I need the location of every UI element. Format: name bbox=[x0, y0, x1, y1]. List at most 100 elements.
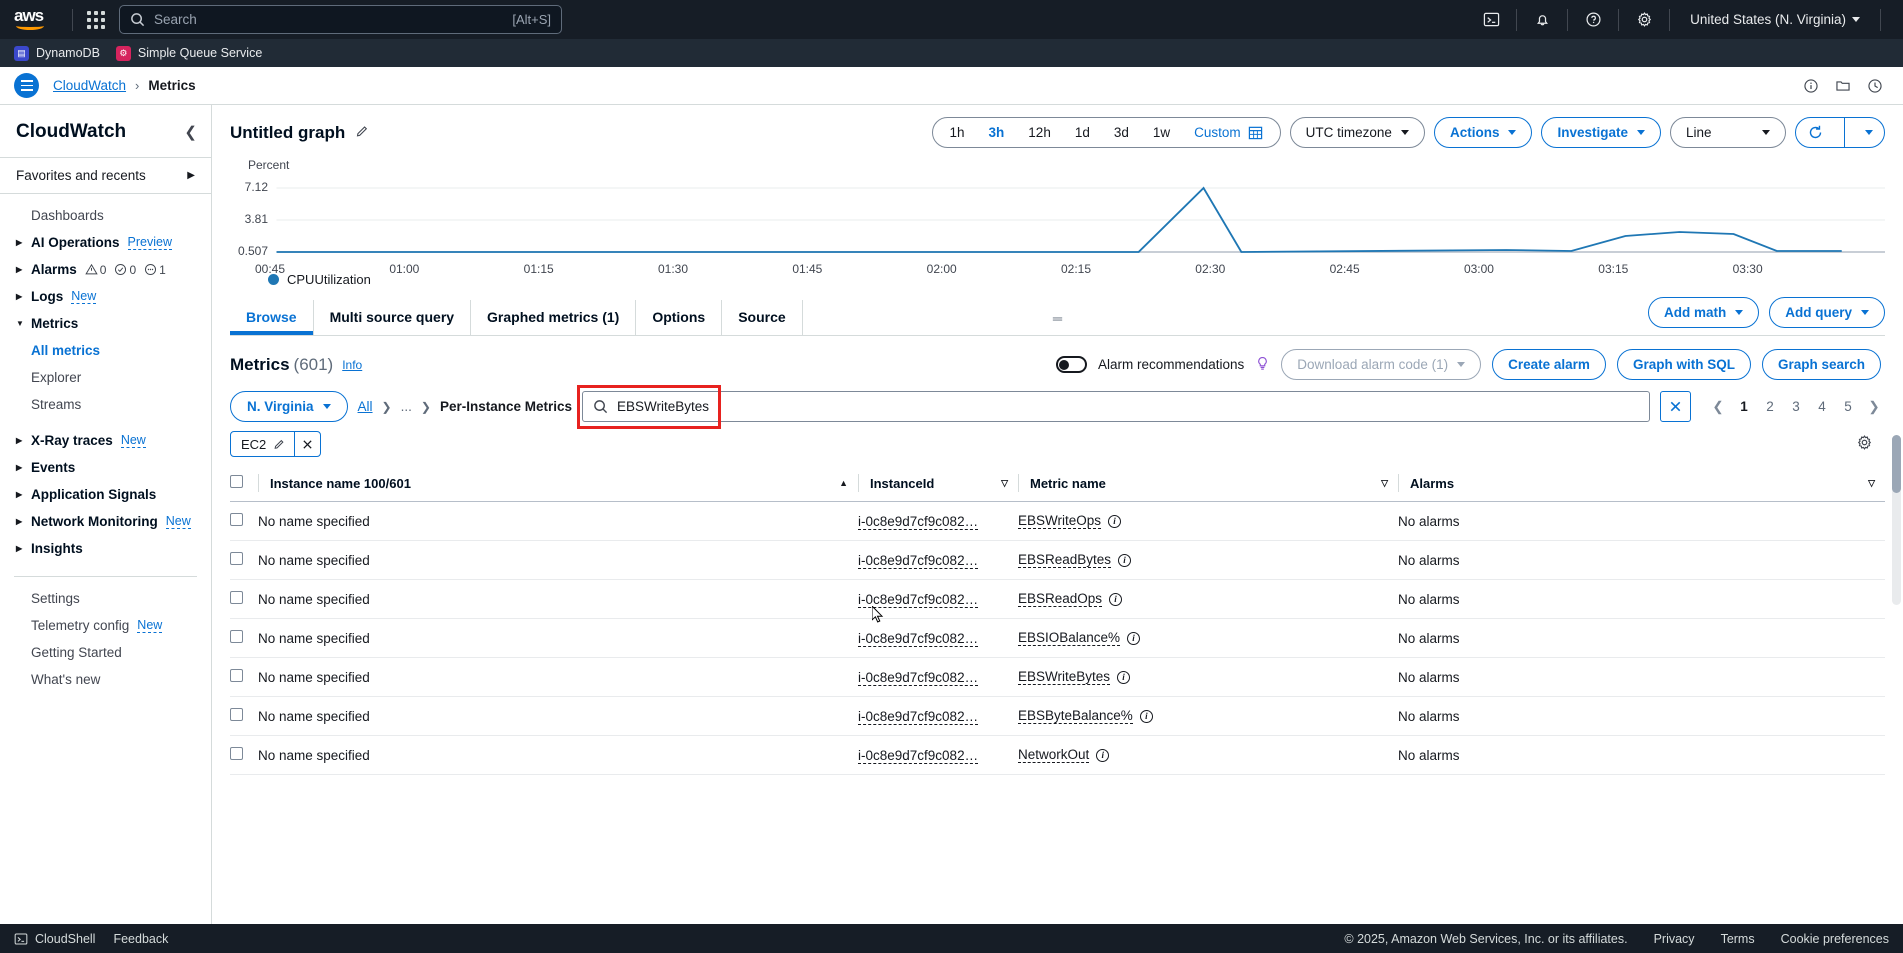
sidebar-item-application-signals[interactable]: ▶ Application Signals bbox=[0, 481, 211, 508]
sidebar-item-favorites[interactable]: Favorites and recents ▶ bbox=[0, 158, 211, 193]
instance-id-link[interactable]: i-0c8e9d7cf9c082… bbox=[858, 514, 978, 530]
range-1d[interactable]: 1d bbox=[1064, 125, 1101, 140]
crumb-ellipsis[interactable]: ... bbox=[401, 399, 412, 414]
sidebar-item-logs[interactable]: ▶ Logs New bbox=[0, 283, 211, 310]
instance-id-link[interactable]: i-0c8e9d7cf9c082… bbox=[858, 592, 978, 608]
pencil-icon[interactable] bbox=[273, 438, 294, 451]
investigate-dropdown[interactable]: Investigate bbox=[1541, 117, 1661, 148]
range-3d[interactable]: 3d bbox=[1103, 125, 1140, 140]
pagination-page-4[interactable]: 4 bbox=[1811, 394, 1833, 420]
column-instance-id[interactable]: InstanceId ▽ bbox=[858, 467, 1018, 502]
graph-search-button[interactable]: Graph search bbox=[1762, 349, 1881, 380]
table-row[interactable]: No name specified i-0c8e9d7cf9c082… EBSI… bbox=[230, 619, 1885, 658]
add-math-dropdown[interactable]: Add math bbox=[1648, 297, 1759, 328]
timezone-dropdown[interactable]: UTC timezone bbox=[1290, 117, 1425, 148]
row-checkbox[interactable] bbox=[230, 552, 243, 565]
info-icon[interactable]: i bbox=[1108, 515, 1121, 528]
clear-search-button[interactable] bbox=[1660, 391, 1691, 422]
tab-browse[interactable]: Browse bbox=[230, 300, 314, 335]
privacy-link[interactable]: Privacy bbox=[1654, 932, 1695, 946]
info-icon[interactable]: i bbox=[1118, 554, 1131, 567]
history-icon[interactable] bbox=[1861, 72, 1889, 100]
range-3h[interactable]: 3h bbox=[978, 125, 1016, 140]
sidebar-item-telemetry-config[interactable]: Telemetry config New bbox=[0, 612, 211, 639]
tab-options[interactable]: Options bbox=[636, 300, 722, 335]
refresh-options-icon[interactable] bbox=[1854, 118, 1884, 147]
table-row[interactable]: No name specified i-0c8e9d7cf9c082… EBSR… bbox=[230, 541, 1885, 580]
breadcrumb-cloudwatch[interactable]: CloudWatch bbox=[53, 78, 126, 93]
vertical-scrollbar[interactable] bbox=[1892, 435, 1901, 605]
feedback-link[interactable]: Feedback bbox=[113, 932, 168, 946]
menu-toggle-icon[interactable] bbox=[14, 73, 39, 98]
sidebar-item-alarms[interactable]: ▶ Alarms 0 0 1 bbox=[0, 256, 211, 283]
pagination-page-1[interactable]: 1 bbox=[1733, 394, 1755, 420]
range-12h[interactable]: 12h bbox=[1017, 125, 1062, 140]
region-selector[interactable]: United States (N. Virginia) bbox=[1678, 12, 1872, 27]
metrics-search-input[interactable]: EBSWriteBytes bbox=[582, 391, 1650, 422]
table-row[interactable]: No name specified i-0c8e9d7cf9c082… EBSW… bbox=[230, 658, 1885, 697]
graph-with-sql-button[interactable]: Graph with SQL bbox=[1617, 349, 1751, 380]
pagination-next[interactable]: ❯ bbox=[1863, 394, 1885, 420]
row-checkbox[interactable] bbox=[230, 747, 243, 760]
metric-name-link[interactable]: EBSReadBytes bbox=[1018, 552, 1111, 568]
instance-id-link[interactable]: i-0c8e9d7cf9c082… bbox=[858, 553, 978, 569]
sidebar-item-settings[interactable]: Settings bbox=[0, 585, 211, 612]
metrics-info-link[interactable]: Info bbox=[342, 358, 362, 372]
panel-resize-handle[interactable]: ═ bbox=[1053, 311, 1062, 326]
sidebar-item-streams[interactable]: Streams bbox=[0, 391, 211, 418]
table-row[interactable]: No name specified i-0c8e9d7cf9c082… Netw… bbox=[230, 736, 1885, 775]
refresh-split-button[interactable] bbox=[1795, 117, 1885, 148]
range-custom[interactable]: Custom bbox=[1183, 125, 1274, 140]
row-checkbox[interactable] bbox=[230, 669, 243, 682]
settings-icon[interactable] bbox=[1627, 3, 1661, 37]
scrollbar-thumb[interactable] bbox=[1892, 435, 1901, 493]
folder-icon[interactable] bbox=[1829, 72, 1857, 100]
cloudshell-button[interactable]: CloudShell bbox=[14, 932, 95, 946]
crumb-all[interactable]: All bbox=[358, 399, 373, 414]
edit-title-pencil-icon[interactable] bbox=[355, 124, 370, 142]
add-query-dropdown[interactable]: Add query bbox=[1769, 297, 1885, 328]
select-all-checkbox[interactable] bbox=[230, 475, 243, 488]
chart-type-dropdown[interactable]: Line bbox=[1670, 117, 1786, 148]
fav-item-sqs[interactable]: ⚙ Simple Queue Service bbox=[116, 46, 262, 61]
global-search-input[interactable]: Search [Alt+S] bbox=[119, 5, 562, 34]
terms-link[interactable]: Terms bbox=[1721, 932, 1755, 946]
row-checkbox[interactable] bbox=[230, 591, 243, 604]
app-grid-icon[interactable] bbox=[87, 11, 105, 29]
pagination-page-5[interactable]: 5 bbox=[1837, 394, 1859, 420]
fav-item-dynamodb[interactable]: ▤ DynamoDB bbox=[14, 46, 100, 61]
help-icon[interactable] bbox=[1576, 3, 1610, 37]
pagination-prev[interactable]: ❮ bbox=[1707, 394, 1729, 420]
close-icon[interactable] bbox=[294, 432, 320, 456]
table-row[interactable]: No name specified i-0c8e9d7cf9c082… EBSR… bbox=[230, 580, 1885, 619]
sidebar-item-whats-new[interactable]: What's new bbox=[0, 666, 211, 693]
sidebar-collapse-icon[interactable]: ❮ bbox=[184, 123, 197, 141]
metric-name-link[interactable]: EBSReadOps bbox=[1018, 591, 1102, 607]
table-preferences-gear-icon[interactable] bbox=[1856, 434, 1885, 454]
pagination-page-2[interactable]: 2 bbox=[1759, 394, 1781, 420]
actions-dropdown[interactable]: Actions bbox=[1434, 117, 1533, 148]
sidebar-item-xray-traces[interactable]: ▶ X-Ray traces New bbox=[0, 427, 211, 454]
info-icon[interactable] bbox=[1797, 72, 1825, 100]
cookie-preferences-link[interactable]: Cookie preferences bbox=[1781, 932, 1889, 946]
info-icon[interactable]: i bbox=[1096, 749, 1109, 762]
sidebar-item-metrics[interactable]: ▼ Metrics bbox=[0, 310, 211, 337]
instance-id-link[interactable]: i-0c8e9d7cf9c082… bbox=[858, 631, 978, 647]
row-checkbox[interactable] bbox=[230, 630, 243, 643]
sidebar-item-getting-started[interactable]: Getting Started bbox=[0, 639, 211, 666]
info-icon[interactable]: i bbox=[1117, 671, 1130, 684]
metric-name-link[interactable]: EBSByteBalance% bbox=[1018, 708, 1133, 724]
sidebar-item-network-monitoring[interactable]: ▶ Network Monitoring New bbox=[0, 508, 211, 535]
metric-name-link[interactable]: EBSIOBalance% bbox=[1018, 630, 1120, 646]
tab-multi-source-query[interactable]: Multi source query bbox=[314, 300, 471, 335]
row-checkbox[interactable] bbox=[230, 708, 243, 721]
sidebar-item-ai-operations[interactable]: ▶ AI Operations Preview bbox=[0, 229, 211, 256]
alarm-recommendations-toggle[interactable] bbox=[1056, 356, 1087, 373]
sidebar-item-explorer[interactable]: Explorer bbox=[0, 364, 211, 391]
instance-id-link[interactable]: i-0c8e9d7cf9c082… bbox=[858, 709, 978, 725]
metric-name-link[interactable]: EBSWriteOps bbox=[1018, 513, 1101, 529]
column-metric-name[interactable]: Metric name ▽ bbox=[1018, 467, 1398, 502]
pagination-page-3[interactable]: 3 bbox=[1785, 394, 1807, 420]
sidebar-item-events[interactable]: ▶ Events bbox=[0, 454, 211, 481]
cloudshell-icon[interactable] bbox=[1474, 3, 1508, 37]
